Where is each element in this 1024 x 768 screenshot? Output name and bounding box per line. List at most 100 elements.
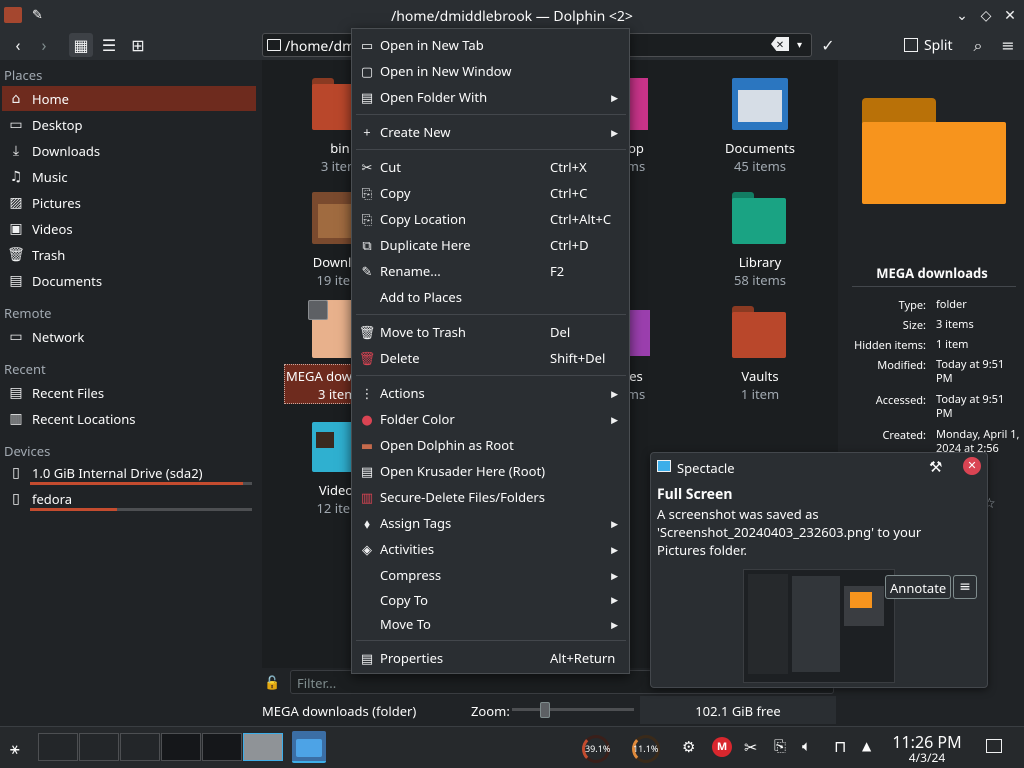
maximize-icon[interactable]: ◇ <box>976 5 996 25</box>
folder-icon[interactable] <box>732 192 786 244</box>
clock-date[interactable]: 4/3/24 <box>886 749 968 766</box>
chevron-down-icon[interactable]: ▾ <box>797 37 802 51</box>
menu-item[interactable]: ▭ Open in New Tab <box>354 32 628 58</box>
menu-separator <box>356 114 626 115</box>
volume-icon[interactable]: 🔈︎ <box>802 736 811 756</box>
sidebar-item[interactable]: ▤ Recent Files <box>2 380 256 405</box>
virtual-desktop-2[interactable] <box>79 733 119 761</box>
menu-item[interactable]: + Create New ▶ <box>354 119 628 145</box>
virtual-desktop-1[interactable] <box>38 733 78 761</box>
folder-icon[interactable] <box>732 306 786 358</box>
spectacle-notification[interactable]: Spectacle ⚒ ✕ Full Screen A screenshot w… <box>650 452 988 688</box>
cpu-usage-1: 39.1% <box>585 742 611 755</box>
virtual-desktop-3[interactable] <box>120 733 160 761</box>
sidebar-item[interactable]: ▣ Videos <box>2 216 256 241</box>
split-button[interactable]: Split <box>904 34 953 56</box>
file-name: Vaults <box>741 367 779 385</box>
confirm-icon[interactable]: ✓ <box>816 33 840 57</box>
menu-item-label: Cut <box>380 158 401 176</box>
virtual-desktop-4[interactable] <box>161 733 201 761</box>
zoom-slider-handle[interactable] <box>540 702 550 718</box>
show-hidden-icons[interactable]: ▲ <box>862 737 871 754</box>
sidebar-item-label: Recent Locations <box>32 409 136 428</box>
menu-item[interactable]: ⎘ Copy Ctrl+C <box>354 180 628 206</box>
menu-item[interactable]: ⧉ Duplicate Here Ctrl+D <box>354 232 628 258</box>
sidebar-item[interactable]: ⌂ Home <box>2 86 256 111</box>
icons-view-icon[interactable]: ▦ <box>69 33 93 57</box>
delete-icon: 🗑 <box>358 349 376 367</box>
clear-icon[interactable]: ✕ <box>771 37 789 51</box>
menu-item-label: Open Krusader Here (Root) <box>380 462 546 480</box>
lock-icon[interactable]: 🔓 <box>264 673 280 691</box>
menu-item[interactable]: Compress ▶ <box>354 562 628 588</box>
dolphin-task-icon[interactable] <box>292 731 326 763</box>
menu-item[interactable]: ◈ Activities ▶ <box>354 536 628 562</box>
menu-item[interactable]: ▬ Open Dolphin as Root <box>354 432 628 458</box>
screenshot-thumbnail[interactable] <box>743 569 895 683</box>
sidebar-item[interactable]: ▭ Network <box>2 324 256 349</box>
menu-item[interactable]: ▢ Open in New Window <box>354 58 628 84</box>
sidebar-item[interactable]: ▨ Pictures <box>2 190 256 215</box>
rename-icon: ✎ <box>361 262 373 280</box>
menu-item[interactable]: Add to Places <box>354 284 628 310</box>
menu-item[interactable]: ● Folder Color ▶ <box>354 406 628 432</box>
close-notification-icon[interactable]: ✕ <box>963 457 981 475</box>
menu-item-shortcut: Ctrl+Alt+C <box>550 210 612 228</box>
menu-item[interactable]: 🗑 Move to Trash Del <box>354 319 628 345</box>
menu-item[interactable]: ✂ Cut Ctrl+X <box>354 154 628 180</box>
recent-files-icon: ▤ <box>9 383 23 402</box>
clipboard-icon[interactable]: ⎘ <box>774 736 786 756</box>
menu-item[interactable]: ⎘ Copy Location Ctrl+Alt+C <box>354 206 628 232</box>
configure-icon[interactable]: ⚒ <box>929 457 942 477</box>
menu-item[interactable]: ▤ Properties Alt+Return <box>354 645 628 671</box>
sidebar-item[interactable]: ▭ Desktop <box>2 112 256 137</box>
show-desktop-icon[interactable] <box>986 739 1002 753</box>
sidebar-item[interactable]: 🗑 Trash <box>2 242 256 267</box>
menu-item-label: Delete <box>380 349 420 367</box>
more-menu-button[interactable]: ≡ <box>953 575 977 599</box>
virtual-desktop-6[interactable] <box>243 733 283 761</box>
sidebar-item[interactable]: ⤓ Downloads <box>2 138 256 163</box>
menu-item[interactable]: Move To ▶ <box>354 611 628 637</box>
menu-item[interactable]: ▤ Open Folder With ▶ <box>354 84 628 110</box>
recent-section-title: Recent <box>4 360 46 378</box>
network-icon[interactable]: ⊓ <box>834 735 846 757</box>
menu-item[interactable]: ⬧ Assign Tags ▶ <box>354 510 628 536</box>
app-launcher-icon[interactable]: ⚹ <box>10 737 20 759</box>
minimize-icon[interactable]: ⌄ <box>952 5 972 25</box>
screenshot-tool-icon[interactable]: ✂ <box>744 736 757 758</box>
krusader-icon: ▤ <box>360 462 374 480</box>
forward-icon[interactable]: › <box>32 33 56 57</box>
folder-icon[interactable] <box>732 78 788 130</box>
menu-item-label: Create New <box>380 123 451 141</box>
search-icon[interactable]: ⌕ <box>966 33 990 57</box>
folder-icon[interactable] <box>628 310 650 356</box>
menu-item-label: Assign Tags <box>380 514 452 532</box>
close-icon[interactable]: ✕ <box>1000 5 1020 25</box>
tree-view-icon[interactable]: ⊞ <box>126 33 150 57</box>
hamburger-menu-icon[interactable]: ≡ <box>996 33 1020 57</box>
menu-item[interactable]: ▤ Open Krusader Here (Root) <box>354 458 628 484</box>
menu-item[interactable]: Copy To ▶ <box>354 587 628 613</box>
mega-icon[interactable]: M <box>712 737 732 757</box>
spectacle-app-icon <box>657 460 671 472</box>
back-icon[interactable]: ‹ <box>6 33 30 57</box>
sidebar-item[interactable]: ♫ Music <box>2 164 256 189</box>
virtual-desktop-5[interactable] <box>202 733 242 761</box>
zoom-slider[interactable] <box>512 702 634 718</box>
annotate-button[interactable]: Annotate <box>885 575 952 599</box>
sidebar-item[interactable]: ▤ Documents <box>2 268 256 293</box>
menu-item[interactable]: ✎ Rename... F2 <box>354 258 628 284</box>
folder-icon <box>267 39 281 51</box>
places-panel: Places Remote Recent Devices ⌂ Home ▭ Deskt… <box>0 60 258 700</box>
details-view-icon[interactable]: ☰ <box>97 33 121 57</box>
kdeconnect-icon[interactable]: ⚙ <box>682 737 695 757</box>
free-space-bar[interactable]: 102.1 GiB free <box>640 696 836 724</box>
selection-checkbox-icon[interactable] <box>308 300 328 320</box>
menu-item[interactable]: ▥ Secure-Delete Files/Folders <box>354 484 628 510</box>
menu-item[interactable]: 🗑 Delete Shift+Del <box>354 345 628 371</box>
menu-item-label: Open in New Tab <box>380 36 484 54</box>
sidebar-item-label: Downloads <box>32 141 101 160</box>
sidebar-item[interactable]: ▥ Recent Locations <box>2 406 256 431</box>
menu-item[interactable]: ⋮ Actions ▶ <box>354 380 628 406</box>
